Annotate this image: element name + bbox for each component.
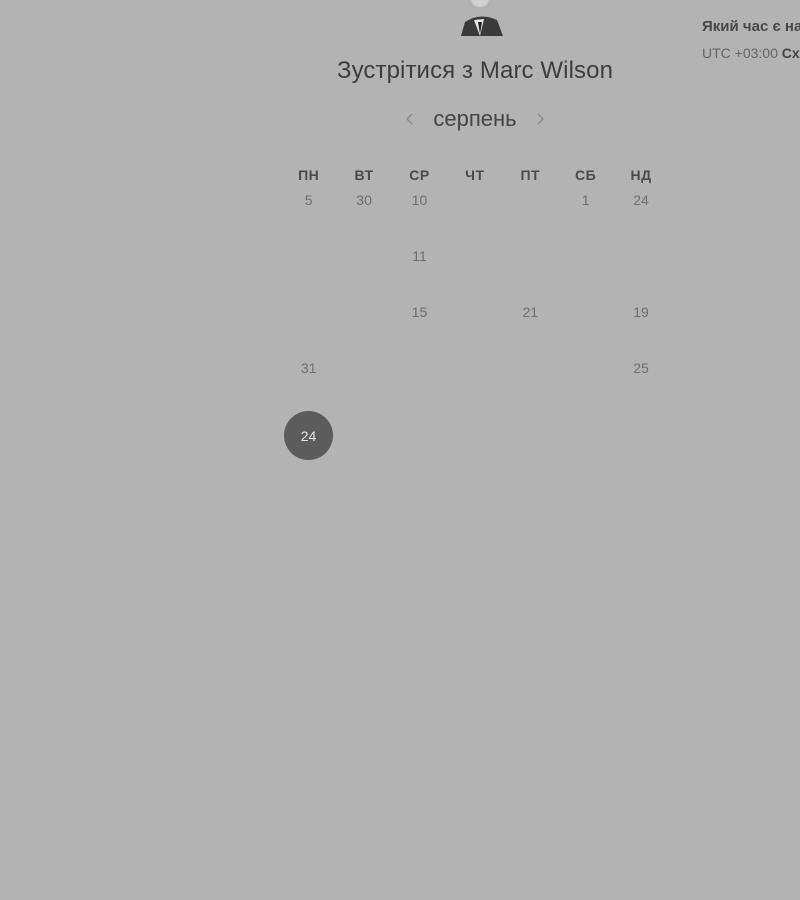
host-avatar [455,0,505,36]
calendar-day-disabled [503,412,558,468]
prev-month-button[interactable] [403,109,417,129]
calendar-day-disabled [558,244,613,300]
month-label: серпень [433,106,517,131]
calendar-day[interactable]: 10 [392,188,447,244]
calendar-day-disabled [558,300,613,356]
calendar-week-2: 11 [281,244,669,300]
calendar-day[interactable]: 5 [281,188,336,244]
calendar-day-disabled [281,244,336,300]
calendar-day-disabled [281,300,336,356]
calendar-day[interactable]: 24 [613,188,668,244]
calendar-day-disabled [447,412,502,468]
weekday-sun: НД [630,167,652,183]
calendar-day-disabled [392,412,447,468]
selected-day-marker: 24 [284,411,333,460]
calendar-day-disabled [447,188,502,244]
calendar-grid: ПН ВТ СР ЧТ ПТ СБ НД 5 30 10 1 24 11 15 … [281,162,669,468]
calendar-week-5: 24 [281,411,669,468]
calendar-day-disabled [503,188,558,244]
calendar-day-disabled [447,244,502,300]
page-title: Зустрітися з Marc Wilson [336,57,614,84]
calendar-day-disabled [336,300,391,356]
weekday-thu: ЧТ [465,167,485,183]
month-navigation: серпень [400,104,550,134]
calendar-day-disabled [613,244,668,300]
calendar-day[interactable]: 30 [336,188,391,244]
weekday-wed: СР [409,167,430,183]
weekday-sat: СБ [575,167,597,183]
chevron-right-icon [537,113,544,125]
scheduler-page: Зустрітися з Marc Wilson Який час є на U… [0,0,800,900]
chevron-left-icon [406,113,413,125]
timezone-name: Сх [781,45,800,61]
calendar-day[interactable]: 1 [558,188,613,244]
calendar-day[interactable]: 15 [392,300,447,356]
calendar-day-disabled [503,244,558,300]
calendar-day-disabled [613,412,668,468]
calendar-day-disabled [336,356,391,412]
calendar-day-disabled [503,356,558,412]
calendar-week-3: 15 21 19 [281,300,669,356]
calendar-day-disabled [447,356,502,412]
calendar-day-disabled [558,356,613,412]
weekday-mon: ПН [298,167,320,183]
next-month-button[interactable] [533,109,547,129]
timezone-question: Який час є на [702,18,800,35]
calendar-week-1: 5 30 10 1 24 [281,188,669,244]
calendar-day[interactable]: 31 [281,356,336,412]
calendar-day-disabled [392,356,447,412]
timezone-panel: Який час є на UTC +03:00 Сх [702,18,800,61]
timezone-offset: UTC +03:00 [702,45,778,61]
calendar-day-disabled [336,244,391,300]
calendar-day[interactable]: 11 [392,244,447,300]
calendar-day-disabled [558,412,613,468]
weekday-fri: ПТ [520,167,541,183]
calendar-day-disabled [447,300,502,356]
timezone-selector[interactable]: UTC +03:00 Сх [702,45,800,61]
weekday-header: ПН ВТ СР ЧТ ПТ СБ НД [281,162,669,188]
weekday-tue: ВТ [354,167,374,183]
calendar-week-4: 31 25 [281,356,669,412]
calendar-day[interactable]: 21 [503,300,558,356]
calendar-day-disabled [336,412,391,468]
calendar-day-selected[interactable]: 24 [281,411,336,468]
calendar-day[interactable]: 25 [613,356,668,412]
calendar-day[interactable]: 19 [613,300,668,356]
